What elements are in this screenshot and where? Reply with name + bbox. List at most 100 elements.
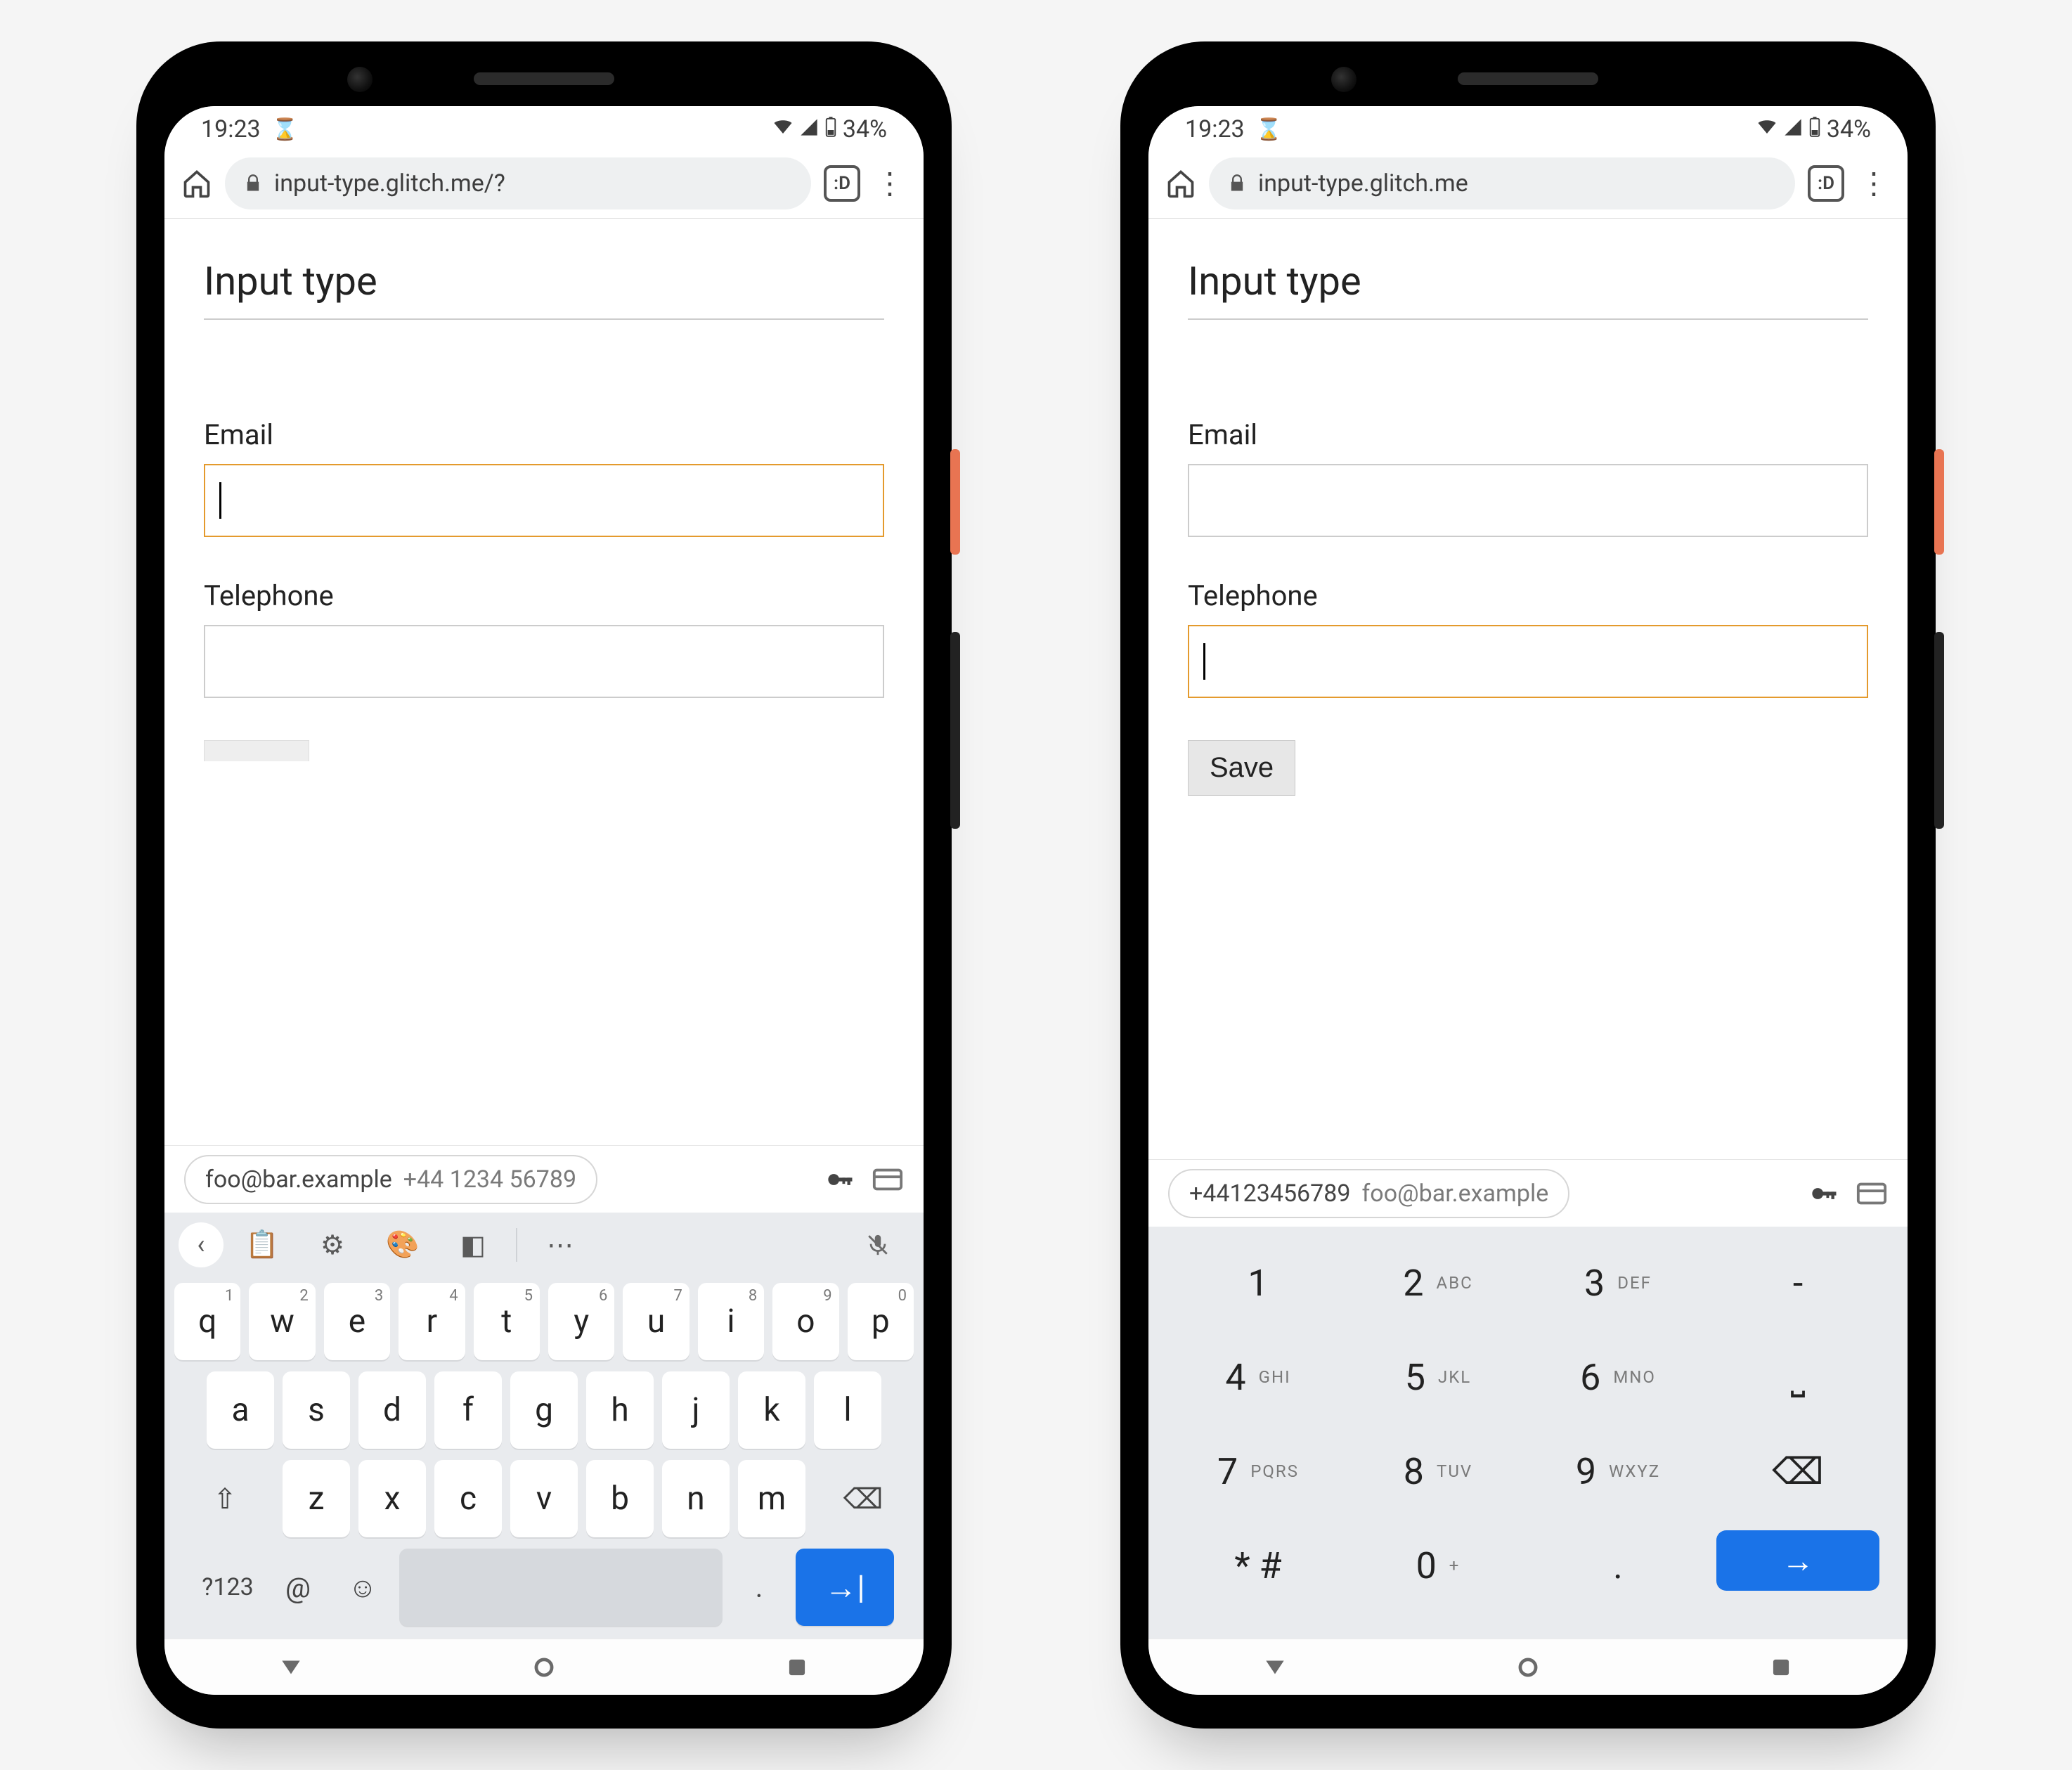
key-s[interactable]: s bbox=[283, 1371, 350, 1449]
emoji-key[interactable]: ☺ bbox=[335, 1549, 391, 1626]
volume-button[interactable] bbox=[1934, 632, 1944, 829]
shift-key[interactable]: ⇧ bbox=[176, 1460, 274, 1537]
home-icon[interactable] bbox=[1165, 168, 1196, 199]
numkey-7[interactable]: 7PQRS bbox=[1177, 1436, 1340, 1506]
back-icon[interactable]: ‹ bbox=[179, 1222, 224, 1267]
key-i[interactable]: 8i bbox=[698, 1283, 764, 1360]
save-button[interactable]: Save bbox=[1188, 740, 1295, 796]
power-button[interactable] bbox=[1934, 449, 1944, 555]
enter-key[interactable]: → bbox=[1716, 1530, 1879, 1591]
palette-icon[interactable]: 🎨 bbox=[371, 1222, 434, 1267]
key-w[interactable]: 2w bbox=[249, 1283, 315, 1360]
card-icon[interactable] bbox=[872, 1163, 904, 1196]
autofill-suggestion[interactable]: +44123456789 foo@bar.example bbox=[1168, 1169, 1569, 1218]
key-t[interactable]: 5t bbox=[474, 1283, 540, 1360]
key-m[interactable]: m bbox=[738, 1460, 805, 1537]
numkey-1[interactable]: 1 bbox=[1177, 1248, 1340, 1318]
numkey-3[interactable]: 3DEF bbox=[1536, 1248, 1699, 1318]
period-key[interactable]: . bbox=[731, 1549, 787, 1626]
key-q[interactable]: 1q bbox=[174, 1283, 240, 1360]
key-b[interactable]: b bbox=[586, 1460, 654, 1537]
key-p[interactable]: 0p bbox=[848, 1283, 914, 1360]
space-key[interactable]: ⎵ bbox=[1716, 1342, 1879, 1412]
email-label: Email bbox=[204, 418, 884, 451]
numkey-2[interactable]: 2ABC bbox=[1356, 1248, 1520, 1318]
card-icon[interactable] bbox=[1856, 1177, 1888, 1210]
key-g[interactable]: g bbox=[510, 1371, 578, 1449]
enter-key[interactable]: →| bbox=[796, 1549, 894, 1626]
home-icon[interactable] bbox=[181, 168, 212, 199]
key-d[interactable]: d bbox=[358, 1371, 426, 1449]
key-icon[interactable] bbox=[825, 1165, 855, 1194]
key-o[interactable]: 9o bbox=[772, 1283, 838, 1360]
more-icon[interactable]: ⋯ bbox=[529, 1222, 592, 1267]
mic-off-icon[interactable] bbox=[846, 1222, 909, 1267]
key-a[interactable]: a bbox=[207, 1371, 274, 1449]
key-x[interactable]: x bbox=[358, 1460, 426, 1537]
backspace-key[interactable]: ⌫ bbox=[1716, 1436, 1879, 1506]
nav-back-icon[interactable] bbox=[1262, 1654, 1288, 1681]
nav-recent-icon[interactable] bbox=[784, 1654, 810, 1681]
key-j[interactable]: j bbox=[662, 1371, 730, 1449]
numkey-9[interactable]: 9WXYZ bbox=[1536, 1436, 1699, 1506]
backspace-key[interactable]: ⌫ bbox=[814, 1460, 912, 1537]
page-content: Input type Email Telephone Save bbox=[1148, 219, 1908, 1159]
wifi-icon bbox=[1756, 115, 1778, 143]
url-bar[interactable]: input-type.glitch.me bbox=[1209, 157, 1795, 209]
key-r[interactable]: 4r bbox=[399, 1283, 465, 1360]
save-button-clipped[interactable] bbox=[204, 740, 309, 761]
numkey-[interactable]: . bbox=[1536, 1530, 1699, 1601]
key-f[interactable]: f bbox=[434, 1371, 502, 1449]
gear-icon[interactable]: ⚙ bbox=[301, 1222, 364, 1267]
key-h[interactable]: h bbox=[586, 1371, 654, 1449]
key-icon[interactable] bbox=[1809, 1179, 1839, 1208]
symbols-key[interactable]: ?123 bbox=[194, 1549, 261, 1626]
speaker-grille bbox=[1458, 72, 1598, 85]
keyboard-numpad: 12ABC3DEF- 4GHI5JKL6MNO⎵ 7PQRS8TUV9WXYZ⌫ * … bbox=[1148, 1227, 1908, 1639]
cell-signal-icon bbox=[799, 115, 819, 143]
android-navbar bbox=[1148, 1639, 1908, 1695]
key-c[interactable]: c bbox=[434, 1460, 502, 1537]
numkey-6[interactable]: 6MNO bbox=[1536, 1342, 1699, 1412]
at-key[interactable]: @ bbox=[270, 1549, 326, 1626]
key-n[interactable]: n bbox=[662, 1460, 730, 1537]
numkey-4[interactable]: 4GHI bbox=[1177, 1342, 1340, 1412]
nav-home-icon[interactable] bbox=[531, 1654, 557, 1681]
numkey-[interactable]: - bbox=[1716, 1248, 1879, 1318]
numkey-0[interactable]: 0+ bbox=[1356, 1530, 1520, 1601]
email-field[interactable] bbox=[1188, 464, 1868, 537]
key-u[interactable]: 7u bbox=[623, 1283, 689, 1360]
numkey-8[interactable]: 8TUV bbox=[1356, 1436, 1520, 1506]
nav-recent-icon[interactable] bbox=[1768, 1654, 1794, 1681]
menu-icon[interactable]: ⋮ bbox=[1857, 166, 1891, 201]
telephone-label: Telephone bbox=[204, 579, 884, 612]
tabs-button[interactable]: :D bbox=[824, 165, 860, 202]
volume-button[interactable] bbox=[950, 632, 960, 829]
nav-back-icon[interactable] bbox=[278, 1654, 304, 1681]
edit-icon[interactable]: ◧ bbox=[441, 1222, 505, 1267]
nav-home-icon[interactable] bbox=[1515, 1654, 1541, 1681]
key-y[interactable]: 6y bbox=[548, 1283, 614, 1360]
telephone-field[interactable] bbox=[204, 625, 884, 698]
key-z[interactable]: z bbox=[283, 1460, 350, 1537]
key-l[interactable]: l bbox=[814, 1371, 881, 1449]
menu-icon[interactable]: ⋮ bbox=[873, 166, 907, 201]
hourglass-icon: ⌛ bbox=[272, 117, 298, 142]
tabs-button[interactable]: :D bbox=[1808, 165, 1844, 202]
numkey-[interactable]: * # bbox=[1177, 1530, 1340, 1601]
text-cursor bbox=[219, 482, 221, 519]
autofill-suggestion[interactable]: foo@bar.example +44 1234 56789 bbox=[184, 1155, 597, 1204]
battery-icon bbox=[1808, 115, 1821, 143]
space-key[interactable] bbox=[399, 1549, 723, 1626]
power-button[interactable] bbox=[950, 449, 960, 555]
clipboard-icon[interactable]: 📋 bbox=[231, 1222, 294, 1267]
key-e[interactable]: 3e bbox=[324, 1283, 390, 1360]
key-v[interactable]: v bbox=[510, 1460, 578, 1537]
url-bar[interactable]: input-type.glitch.me/? bbox=[225, 157, 811, 209]
battery-pct: 34% bbox=[1827, 115, 1871, 143]
numkey-5[interactable]: 5JKL bbox=[1356, 1342, 1520, 1412]
key-k[interactable]: k bbox=[738, 1371, 805, 1449]
telephone-field[interactable] bbox=[1188, 625, 1868, 698]
email-field[interactable] bbox=[204, 464, 884, 537]
url-text: input-type.glitch.me/? bbox=[274, 169, 505, 198]
